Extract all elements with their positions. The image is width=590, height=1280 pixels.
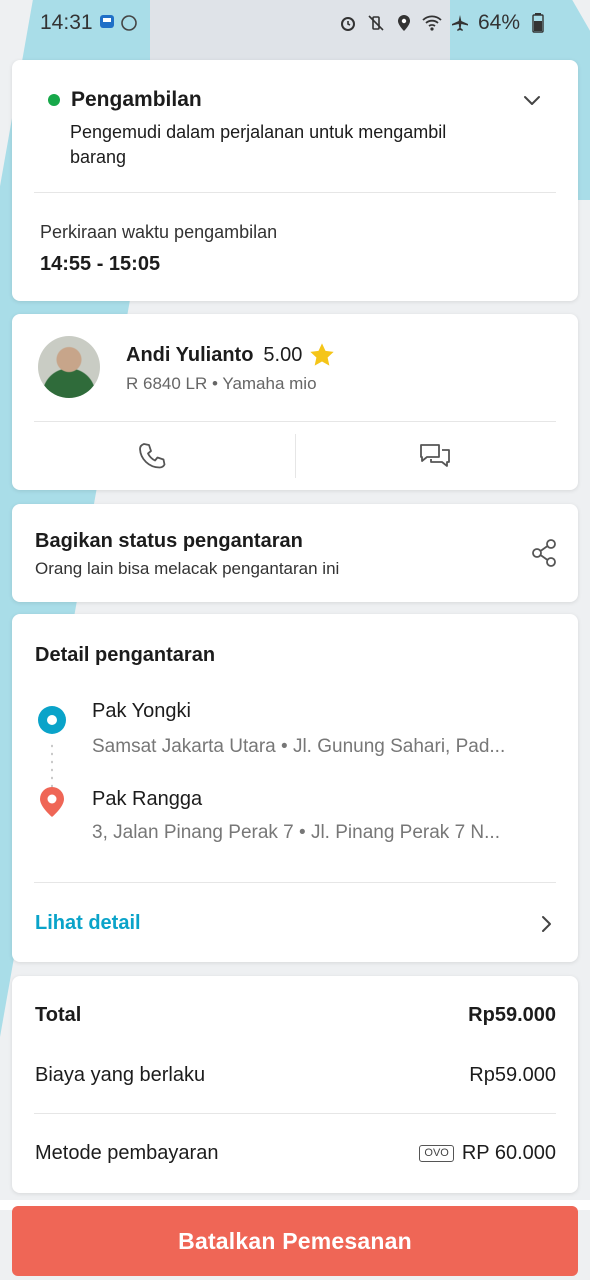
share-status-title: Bagikan status pengantaran	[35, 530, 303, 552]
route-dots	[51, 742, 53, 788]
view-detail-link[interactable]: Lihat detail	[35, 912, 141, 935]
whatsapp-icon	[119, 13, 139, 33]
pickup-status-header: Pengambilan	[48, 88, 202, 112]
ovo-badge-icon: OVO	[419, 1145, 454, 1162]
chevron-down-icon[interactable]	[522, 90, 542, 110]
delivery-details-title: Detail pengantaran	[35, 644, 216, 666]
fee-value: Rp59.000	[469, 1064, 556, 1086]
fee-row: Biaya yang berlaku Rp59.000	[35, 1064, 556, 1087]
alarm-icon	[338, 13, 358, 33]
divider	[34, 1113, 556, 1114]
location-icon	[394, 13, 414, 33]
total-value: Rp59.000	[468, 1004, 556, 1026]
status-bar: 14:31 64%	[0, 0, 590, 46]
cancel-order-button[interactable]: Batalkan Pemesanan	[12, 1206, 578, 1276]
delivery-details-card: Detail pengantaran Pak Yongki Samsat Jak…	[12, 614, 578, 962]
destination-address: 3, Jalan Pinang Perak 7 • Jl. Pinang Per…	[92, 822, 500, 843]
driver-card: Andi Yulianto 5.00 R 6840 LR • Yamaha mi…	[12, 314, 578, 490]
chat-icon[interactable]	[418, 440, 452, 472]
origin-address: Samsat Jakarta Utara • Jl. Gunung Sahari…	[92, 736, 506, 757]
total-row: Total Rp59.000	[35, 1004, 556, 1027]
eta-value: 14:55 - 15:05	[40, 253, 161, 275]
phone-icon[interactable]	[136, 440, 168, 472]
pickup-status-card: Pengambilan Pengemudi dalam perjalanan u…	[12, 60, 578, 301]
eta-label: Perkiraan waktu pengambilan	[40, 222, 278, 242]
origin-name: Pak Yongki	[92, 700, 191, 722]
pickup-status-title: Pengambilan	[71, 88, 202, 111]
share-status-subtitle: Orang lain bisa melacak pengantaran ini	[35, 559, 340, 578]
total-label: Total	[35, 1004, 82, 1026]
driver-name: Andi Yulianto	[126, 343, 254, 366]
destination-name: Pak Rangga	[92, 788, 203, 810]
driver-avatar	[38, 336, 100, 398]
payment-summary-card: Total Rp59.000 Biaya yang berlaku Rp59.0…	[12, 976, 578, 1193]
app-notification-icon	[97, 13, 117, 33]
divider	[34, 192, 556, 193]
divider	[34, 882, 556, 883]
driver-vehicle: R 6840 LR • Yamaha mio	[126, 374, 317, 393]
battery-icon	[528, 13, 548, 33]
vibrate-mute-icon	[366, 13, 386, 33]
divider	[34, 421, 556, 422]
destination-pin-icon	[38, 786, 66, 818]
origin-pin-icon	[38, 706, 66, 734]
status-time: 14:31	[40, 11, 93, 34]
chevron-right-icon[interactable]	[538, 914, 554, 934]
payment-method-row[interactable]: Metode pembayaran OVO RP 60.000	[35, 1142, 556, 1165]
fee-label: Biaya yang berlaku	[35, 1064, 206, 1086]
share-icon[interactable]	[530, 538, 558, 568]
wifi-icon	[422, 13, 442, 33]
status-dot	[48, 94, 60, 106]
pickup-status-description: Pengemudi dalam perjalanan untuk mengamb…	[70, 122, 447, 167]
vertical-divider	[295, 434, 296, 478]
payment-method-value: RP 60.000	[461, 1142, 556, 1164]
airplane-mode-icon	[450, 13, 470, 33]
battery-percent: 64%	[477, 11, 520, 34]
driver-name-row: Andi Yulianto 5.00	[126, 341, 336, 369]
payment-method-label: Metode pembayaran	[35, 1142, 219, 1164]
share-status-card[interactable]: Bagikan status pengantaran Orang lain bi…	[12, 504, 578, 602]
driver-rating: 5.00	[263, 343, 303, 366]
star-icon	[308, 341, 336, 369]
